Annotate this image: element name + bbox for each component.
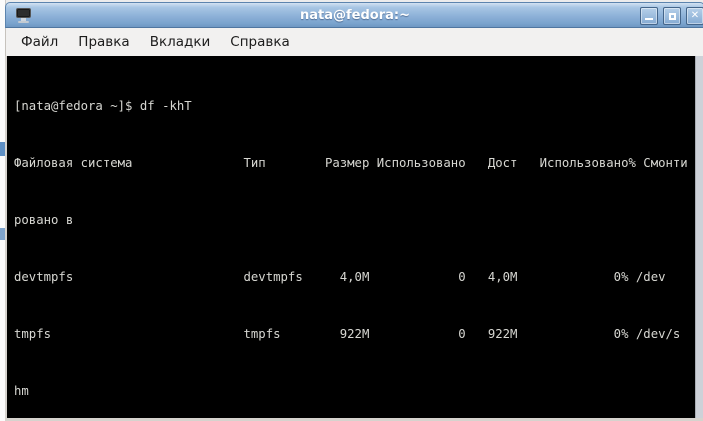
terminal-line-header: Файловая система Тип Размер Использовано… (14, 156, 688, 170)
terminal-output[interactable]: [nata@fedora ~]$ df -khT Файловая систем… (7, 56, 695, 418)
menu-tabs[interactable]: Вкладки (140, 29, 221, 55)
terminal-line-command: [nata@fedora ~]$ df -khT (14, 99, 192, 113)
maximize-icon (668, 12, 676, 20)
close-icon: ✕ (690, 10, 700, 21)
minimize-icon (645, 18, 653, 20)
close-button[interactable]: ✕ (686, 7, 703, 25)
terminal-window: nata@fedora:~ ✕ Файл Правка Вкладки Спра… (5, 2, 703, 421)
terminal-line: tmpfs tmpfs 922M 0 922M 0% /dev/s (14, 327, 681, 341)
terminal-line: devtmpfs devtmpfs 4,0M 0 4,0M 0% /dev (14, 270, 666, 284)
maximize-button[interactable] (663, 7, 681, 25)
terminal-line-header-wrap: ровано в (14, 213, 74, 227)
window-title: nata@fedora:~ (300, 7, 410, 23)
window-controls: ✕ (640, 7, 703, 25)
menu-file[interactable]: Файл (11, 29, 68, 55)
menu-edit[interactable]: Правка (68, 29, 139, 55)
menu-help[interactable]: Справка (220, 29, 299, 55)
terminal-line-wrap: hm (14, 384, 29, 398)
menu-bar: Файл Правка Вкладки Справка (5, 28, 703, 56)
window-title-bar[interactable]: nata@fedora:~ ✕ (5, 2, 703, 28)
terminal-scrollbar[interactable] (695, 56, 703, 418)
minimize-button[interactable] (640, 7, 658, 25)
terminal-area: [nata@fedora ~]$ df -khT Файловая систем… (5, 56, 703, 421)
